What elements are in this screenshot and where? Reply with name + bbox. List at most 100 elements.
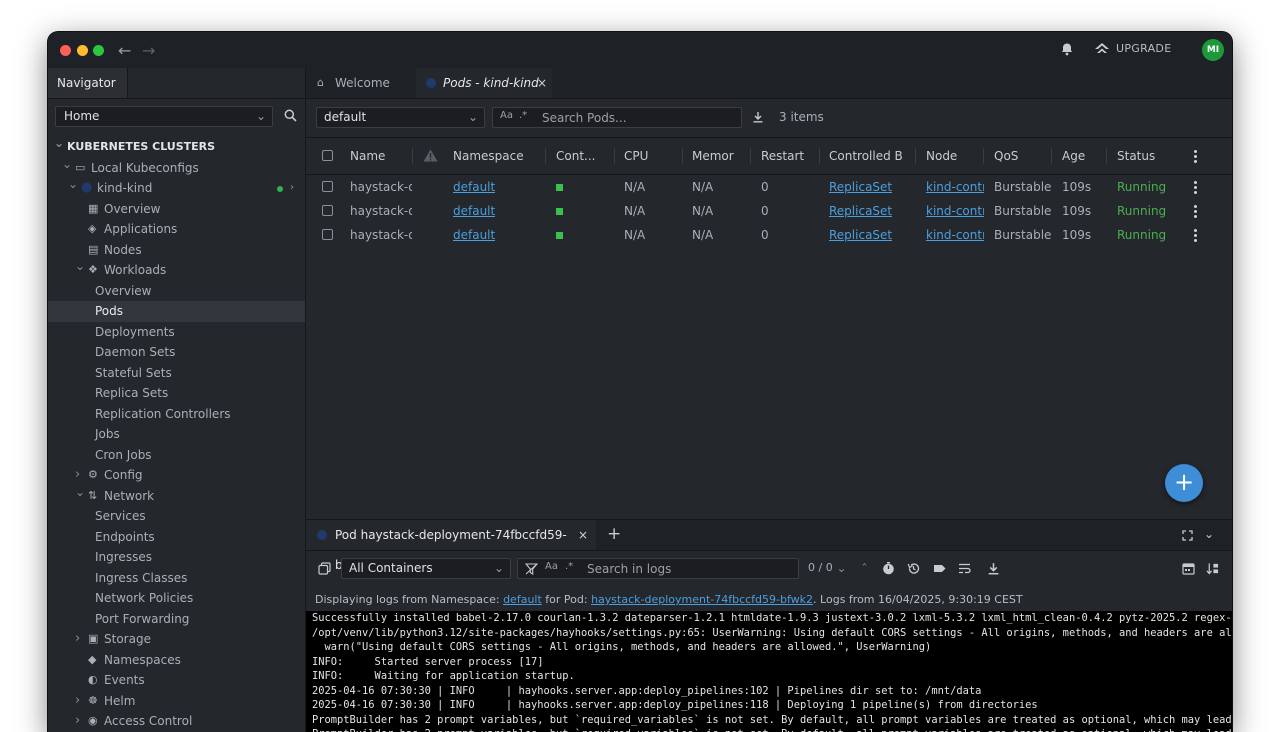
chevron-right-icon[interactable]: ›: [75, 629, 80, 650]
table-row[interactable]: haystack-de default N/A N/A 0 ReplicaSet kind-…: [306, 175, 1232, 199]
context-select[interactable]: Home ⌄: [55, 106, 273, 127]
chevron-down-icon[interactable]: ⌄: [62, 154, 72, 175]
node-link[interactable]: kind-contr: [926, 228, 984, 242]
sidebar-item-applications[interactable]: ◈ Applications: [48, 219, 305, 240]
add-resource-button[interactable]: +: [1165, 464, 1203, 502]
bell-icon[interactable]: [1060, 42, 1074, 56]
chevron-right-icon[interactable]: ›: [290, 178, 294, 199]
chevron-down-icon[interactable]: ⌄: [1204, 527, 1214, 541]
wrap-text-icon[interactable]: [958, 562, 971, 575]
namespace-link[interactable]: default: [453, 204, 495, 218]
logs-namespace-link[interactable]: default: [503, 593, 542, 606]
sidebar-item-events[interactable]: ◐ Events: [48, 670, 305, 691]
column-divider[interactable]: [915, 148, 916, 164]
pod-switch-icon[interactable]: [318, 562, 331, 575]
timestamp-icon[interactable]: [882, 562, 895, 575]
sidebar-item-kind-kind[interactable]: ⌄ ● kind-kind ›: [48, 177, 305, 199]
sidebar-item-stateful-sets[interactable]: Stateful Sets: [48, 363, 305, 384]
search-pods-input[interactable]: Aa .* Search Pods...: [492, 107, 742, 128]
tab-pod-logs[interactable]: Pod haystack-deployment-74fbccfd59-bfwk2…: [306, 520, 596, 572]
chevron-down-icon[interactable]: ⌄: [835, 562, 848, 575]
column-namespace[interactable]: Namespace: [453, 149, 524, 163]
regex-icon[interactable]: .*: [519, 110, 527, 121]
column-menu-icon[interactable]: [1194, 150, 1197, 165]
match-case-icon[interactable]: Aa: [545, 561, 558, 572]
column-containers[interactable]: Cont...: [556, 149, 595, 163]
sidebar-item-local-kubeconfigs[interactable]: ⌄ ▭ Local Kubeconfigs: [48, 157, 305, 179]
column-cpu[interactable]: CPU: [624, 149, 648, 163]
sidebar-item-services[interactable]: Services: [48, 506, 305, 527]
log-output[interactable]: Successfully installed babel-2.17.0 cour…: [306, 611, 1232, 732]
row-checkbox[interactable]: [322, 205, 333, 216]
select-all-checkbox[interactable]: [322, 150, 333, 161]
sidebar-item-overview[interactable]: ▦ Overview: [48, 199, 305, 220]
column-controlled-by[interactable]: Controlled B: [829, 149, 903, 163]
sidebar-item-namespaces[interactable]: ◆ Namespaces: [48, 650, 305, 671]
chevron-right-icon[interactable]: ›: [75, 711, 80, 732]
row-menu-icon[interactable]: [1194, 205, 1197, 220]
history-icon[interactable]: [907, 562, 920, 575]
namespace-select[interactable]: default ⌄: [316, 107, 485, 128]
column-age[interactable]: Age: [1062, 149, 1085, 163]
chevron-up-icon[interactable]: ˆ: [858, 563, 871, 576]
calendar-icon[interactable]: [1182, 562, 1195, 575]
sidebar-item-workloads[interactable]: ⌄ ❖ Workloads: [48, 259, 305, 281]
upgrade-button[interactable]: UPGRADE: [1094, 41, 1171, 55]
column-status[interactable]: Status: [1117, 149, 1155, 163]
column-divider[interactable]: [545, 148, 546, 164]
maximize-icon[interactable]: [1182, 530, 1193, 541]
pod-name[interactable]: haystack-de: [350, 228, 412, 242]
add-tab-button[interactable]: +: [607, 524, 621, 544]
namespace-link[interactable]: default: [453, 180, 495, 194]
sidebar-item-network-policies[interactable]: Network Policies: [48, 588, 305, 609]
sidebar-item-network[interactable]: ⌄ ⇅ Network: [48, 485, 305, 507]
column-divider[interactable]: [412, 148, 413, 164]
table-row[interactable]: haystack-de default N/A N/A 0 ReplicaSet kind-…: [306, 199, 1232, 223]
column-divider[interactable]: [983, 148, 984, 164]
chevron-down-icon[interactable]: ⌄: [75, 482, 85, 503]
column-divider[interactable]: [750, 148, 751, 164]
search-icon[interactable]: [284, 109, 297, 122]
sidebar-item-access-control[interactable]: › ◉ Access Control: [48, 711, 305, 732]
sidebar-item-replication-controllers[interactable]: Replication Controllers: [48, 404, 305, 425]
sidebar-item-kubernetes-clusters[interactable]: ⌄ KUBERNETES CLUSTERS: [48, 136, 305, 158]
node-link[interactable]: kind-contr: [926, 204, 984, 218]
sidebar-item-helm[interactable]: › ☸ Helm: [48, 691, 305, 712]
controlled-by-link[interactable]: ReplicaSet: [829, 180, 892, 194]
logs-pod-link[interactable]: haystack-deployment-74fbccfd59-bfwk2: [591, 593, 813, 606]
sidebar-item-pods[interactable]: Pods: [48, 301, 305, 322]
row-checkbox[interactable]: [322, 229, 333, 240]
sidebar-item-endpoints[interactable]: Endpoints: [48, 527, 305, 548]
back-arrow-icon[interactable]: ←: [118, 41, 131, 60]
warning-icon[interactable]: [423, 149, 438, 162]
column-divider[interactable]: [819, 148, 820, 164]
sidebar-item-ingresses[interactable]: Ingresses: [48, 547, 305, 568]
close-tab-icon[interactable]: ×: [537, 68, 547, 98]
sidebar-item-ingress-classes[interactable]: Ingress Classes: [48, 568, 305, 589]
controlled-by-link[interactable]: ReplicaSet: [829, 204, 892, 218]
tab-navigator[interactable]: Navigator: [48, 68, 128, 98]
tab-welcome[interactable]: ⌂ Welcome: [306, 68, 416, 98]
sidebar-item-cron-jobs[interactable]: Cron Jobs: [48, 445, 305, 466]
container-select[interactable]: All Containers ⌄: [341, 558, 511, 579]
log-search-input[interactable]: Aa .* Search in logs: [517, 558, 799, 579]
window-minimize-button[interactable]: [77, 45, 88, 56]
column-divider[interactable]: [1106, 148, 1107, 164]
row-checkbox[interactable]: [322, 181, 333, 192]
filter-off-icon[interactable]: [525, 563, 538, 575]
node-link[interactable]: kind-contr: [926, 180, 984, 194]
column-qos[interactable]: QoS: [994, 149, 1018, 163]
column-divider[interactable]: [614, 148, 615, 164]
chevron-down-icon[interactable]: ⌄: [68, 174, 78, 195]
column-memory[interactable]: Memor: [692, 149, 734, 163]
row-menu-icon[interactable]: [1194, 229, 1197, 244]
match-case-icon[interactable]: Aa: [500, 110, 513, 121]
chevron-down-icon[interactable]: ⌄: [54, 133, 64, 154]
sidebar-item-config[interactable]: › ⚙ Config: [48, 465, 305, 486]
forward-arrow-icon[interactable]: →: [142, 41, 155, 60]
column-restarts[interactable]: Restart: [761, 149, 804, 163]
pod-name[interactable]: haystack-de: [350, 180, 412, 194]
column-name[interactable]: Name: [350, 149, 385, 163]
download-icon[interactable]: [752, 111, 764, 123]
close-tab-icon[interactable]: ×: [578, 520, 588, 550]
